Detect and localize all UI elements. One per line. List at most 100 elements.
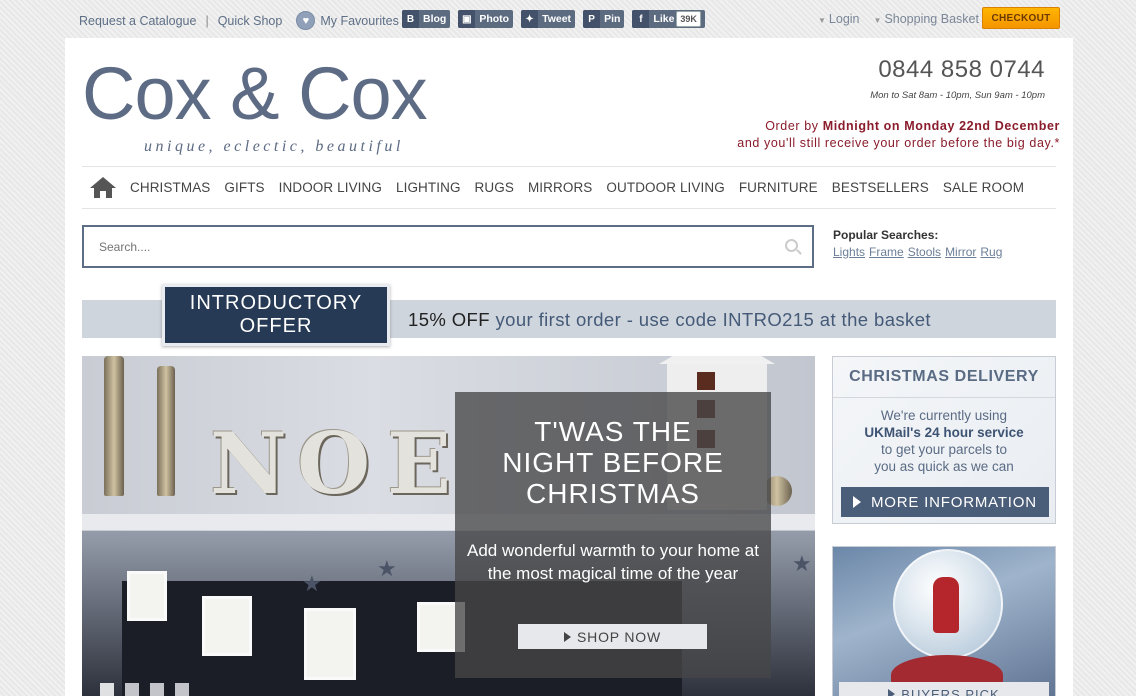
- play-arrow-icon: [564, 631, 572, 642]
- play-arrow-icon: [888, 689, 896, 696]
- house-window: [697, 372, 715, 390]
- popular-link-stools[interactable]: Stools: [908, 245, 941, 259]
- shopping-basket-link[interactable]: ▼ Shopping Basket: [874, 12, 979, 26]
- nav-item-outdoor-living[interactable]: OUTDOOR LIVING: [606, 180, 724, 195]
- delivery-body: We're currently using UKMail's 24 hour s…: [833, 407, 1055, 475]
- order-line-1: Order by Midnight on Monday 22nd Decembe…: [737, 118, 1060, 135]
- basket-label: Shopping Basket: [884, 12, 979, 26]
- promo-text: 15% OFF your first order - use code INTR…: [408, 309, 931, 331]
- hanging-photo-image: [202, 596, 252, 656]
- slider-dot[interactable]: [150, 683, 164, 696]
- hanging-photo-image: [127, 571, 167, 621]
- star-decoration-icon: ★: [302, 571, 322, 596]
- shop-now-button[interactable]: SHOP NOW: [518, 624, 707, 649]
- popular-link-mirror[interactable]: Mirror: [945, 245, 976, 259]
- popular-link-rug[interactable]: Rug: [980, 245, 1002, 259]
- promo-code-text: your first order - use code INTRO215 at …: [489, 309, 931, 330]
- slider-dot[interactable]: [175, 683, 189, 696]
- delivery-line-4: you as quick as we can: [874, 459, 1014, 474]
- quick-shop-link[interactable]: Quick Shop: [218, 14, 283, 28]
- more-information-button[interactable]: MORE INFORMATION: [841, 487, 1049, 517]
- nav-item-gifts[interactable]: GIFTS: [224, 180, 264, 195]
- social-buttons: B Blog ▣ Photo ✦ Tweet P Pin f Like 39K: [402, 10, 705, 28]
- popular-link-frame[interactable]: Frame: [869, 245, 904, 259]
- hero-heading: T'WAS THE NIGHT BEFORE CHRISTMAS: [455, 416, 771, 509]
- contact-block: 0844 858 0744 Mon to Sat 8am - 10pm, Sun…: [870, 56, 1045, 101]
- hero-text-panel: T'WAS THE NIGHT BEFORE CHRISTMAS Add won…: [455, 392, 771, 678]
- nav-item-furniture[interactable]: FURNITURE: [739, 180, 818, 195]
- badge-line-1: INTRODUCTORY: [189, 292, 363, 314]
- nav-item-indoor-living[interactable]: INDOOR LIVING: [279, 180, 382, 195]
- shop-now-label: SHOP NOW: [577, 628, 661, 645]
- nav-item-sale-room[interactable]: SALE ROOM: [943, 180, 1024, 195]
- play-arrow-icon: [853, 496, 861, 508]
- christmas-delivery-panel: CHRISTMAS DELIVERY We're currently using…: [832, 356, 1056, 524]
- tweet-button[interactable]: ✦ Tweet: [521, 10, 576, 28]
- promo-banner[interactable]: INTRODUCTORY OFFER 15% OFF your first or…: [82, 284, 1056, 346]
- photo-button[interactable]: ▣ Photo: [458, 10, 514, 28]
- my-favourites-label: My Favourites: [320, 13, 399, 28]
- blog-label: Blog: [423, 13, 447, 25]
- hero-heading-line-3: CHRISTMAS: [526, 478, 700, 509]
- popular-searches-links: Lights Frame Stools Mirror Rug: [833, 245, 1002, 259]
- hero-body-text: Add wonderful warmth to your home at the…: [467, 541, 759, 583]
- login-label: Login: [828, 12, 860, 26]
- delivery-line-3: to get your parcels to: [880, 442, 1008, 457]
- pinterest-icon: P: [583, 10, 601, 28]
- badge-line-2: OFFER: [239, 315, 313, 337]
- divider: [833, 397, 1055, 398]
- star-decoration-icon: ★: [377, 556, 397, 581]
- order-prefix: Order by: [765, 119, 823, 133]
- top-utility-bar: Request a Catalogue | Quick Shop ♥ My Fa…: [0, 0, 1136, 38]
- more-information-label: MORE INFORMATION: [871, 493, 1037, 511]
- nav-item-bestsellers[interactable]: BESTSELLERS: [832, 180, 929, 195]
- pin-button[interactable]: P Pin: [583, 10, 625, 28]
- buyers-pick-text: BUYERS PICK: [901, 686, 1000, 696]
- my-favourites-link[interactable]: ♥ My Favourites: [296, 11, 399, 30]
- santa-figure-image: [933, 577, 959, 633]
- photo-label: Photo: [479, 13, 510, 25]
- search-input[interactable]: [84, 227, 764, 266]
- brand-name: Cox & Cox: [82, 52, 428, 135]
- noel-letter: E: [387, 414, 452, 513]
- search-box: [82, 225, 814, 268]
- nav-item-christmas[interactable]: CHRISTMAS: [130, 180, 210, 195]
- login-link[interactable]: ▼ Login: [818, 12, 860, 26]
- request-catalogue-link[interactable]: Request a Catalogue: [79, 14, 196, 28]
- nav-item-lighting[interactable]: LIGHTING: [396, 180, 461, 195]
- popular-link-lights[interactable]: Lights: [833, 245, 865, 259]
- buyers-pick-panel[interactable]: BUYERS PICK: [832, 546, 1056, 696]
- noel-letter: N: [210, 414, 287, 513]
- home-icon[interactable]: [90, 176, 116, 199]
- like-label: Like: [653, 13, 675, 25]
- slider-dot[interactable]: [125, 683, 139, 696]
- brand-tagline: unique, eclectic, beautiful: [144, 138, 404, 155]
- buyers-pick-label[interactable]: BUYERS PICK: [839, 682, 1049, 696]
- site-logo[interactable]: Cox & Cox unique, eclectic, beautiful: [82, 52, 428, 155]
- slider-dot[interactable]: [100, 683, 114, 696]
- slider-pagination: [100, 683, 189, 696]
- hero-heading-line-1: T'WAS THE: [534, 416, 692, 447]
- nav-item-rugs[interactable]: RUGS: [475, 180, 514, 195]
- nav-item-mirrors[interactable]: MIRRORS: [528, 180, 592, 195]
- link-separator: |: [205, 13, 209, 28]
- checkout-button[interactable]: CHECKOUT: [982, 7, 1060, 29]
- dropdown-arrow-icon: ▼: [873, 16, 882, 25]
- delivery-line-2: UKMail's 24 hour service: [833, 424, 1055, 441]
- popular-searches: Popular Searches: Lights Frame Stools Mi…: [833, 228, 1002, 259]
- promo-discount: 15% OFF: [408, 309, 490, 330]
- pin-label: Pin: [604, 13, 621, 25]
- like-button[interactable]: f Like 39K: [632, 10, 705, 28]
- hanging-photo-image: [304, 608, 356, 680]
- christmas-order-notice: Order by Midnight on Monday 22nd Decembe…: [737, 118, 1060, 152]
- delivery-service: UKMail's 24 hour service: [864, 425, 1024, 440]
- heart-icon: ♥: [296, 11, 316, 30]
- search-icon[interactable]: [785, 239, 798, 252]
- delivery-line-1: We're currently using: [880, 408, 1008, 423]
- star-decoration-icon: ★: [792, 551, 812, 576]
- introductory-offer-badge: INTRODUCTORY OFFER: [162, 284, 390, 346]
- blog-button[interactable]: B Blog: [402, 10, 451, 28]
- account-links: ▼ Login ▼ Shopping Basket: [818, 12, 979, 26]
- hero-banner[interactable]: N O E ★ ★ ★ T'WAS THE NIGHT BEFORE CHRIS…: [82, 356, 815, 696]
- tweet-label: Tweet: [542, 13, 572, 25]
